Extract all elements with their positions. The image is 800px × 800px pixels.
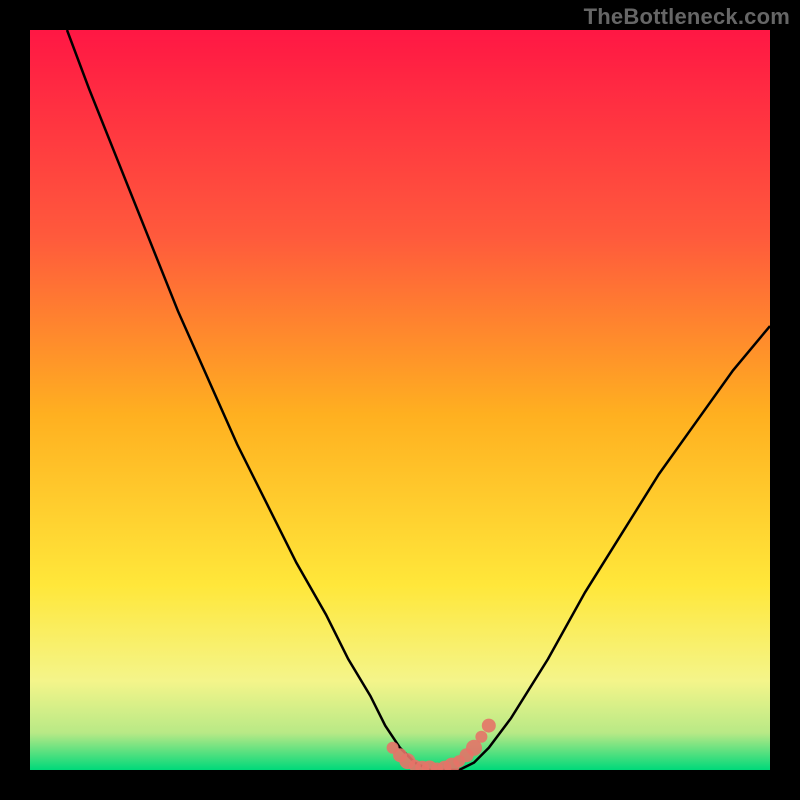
outer-frame: TheBottleneck.com [0,0,800,800]
marker-dot [482,719,496,733]
marker-dot [475,731,487,743]
gradient-background [30,30,770,770]
bottleneck-chart [30,30,770,770]
watermark-text: TheBottleneck.com [584,4,790,30]
